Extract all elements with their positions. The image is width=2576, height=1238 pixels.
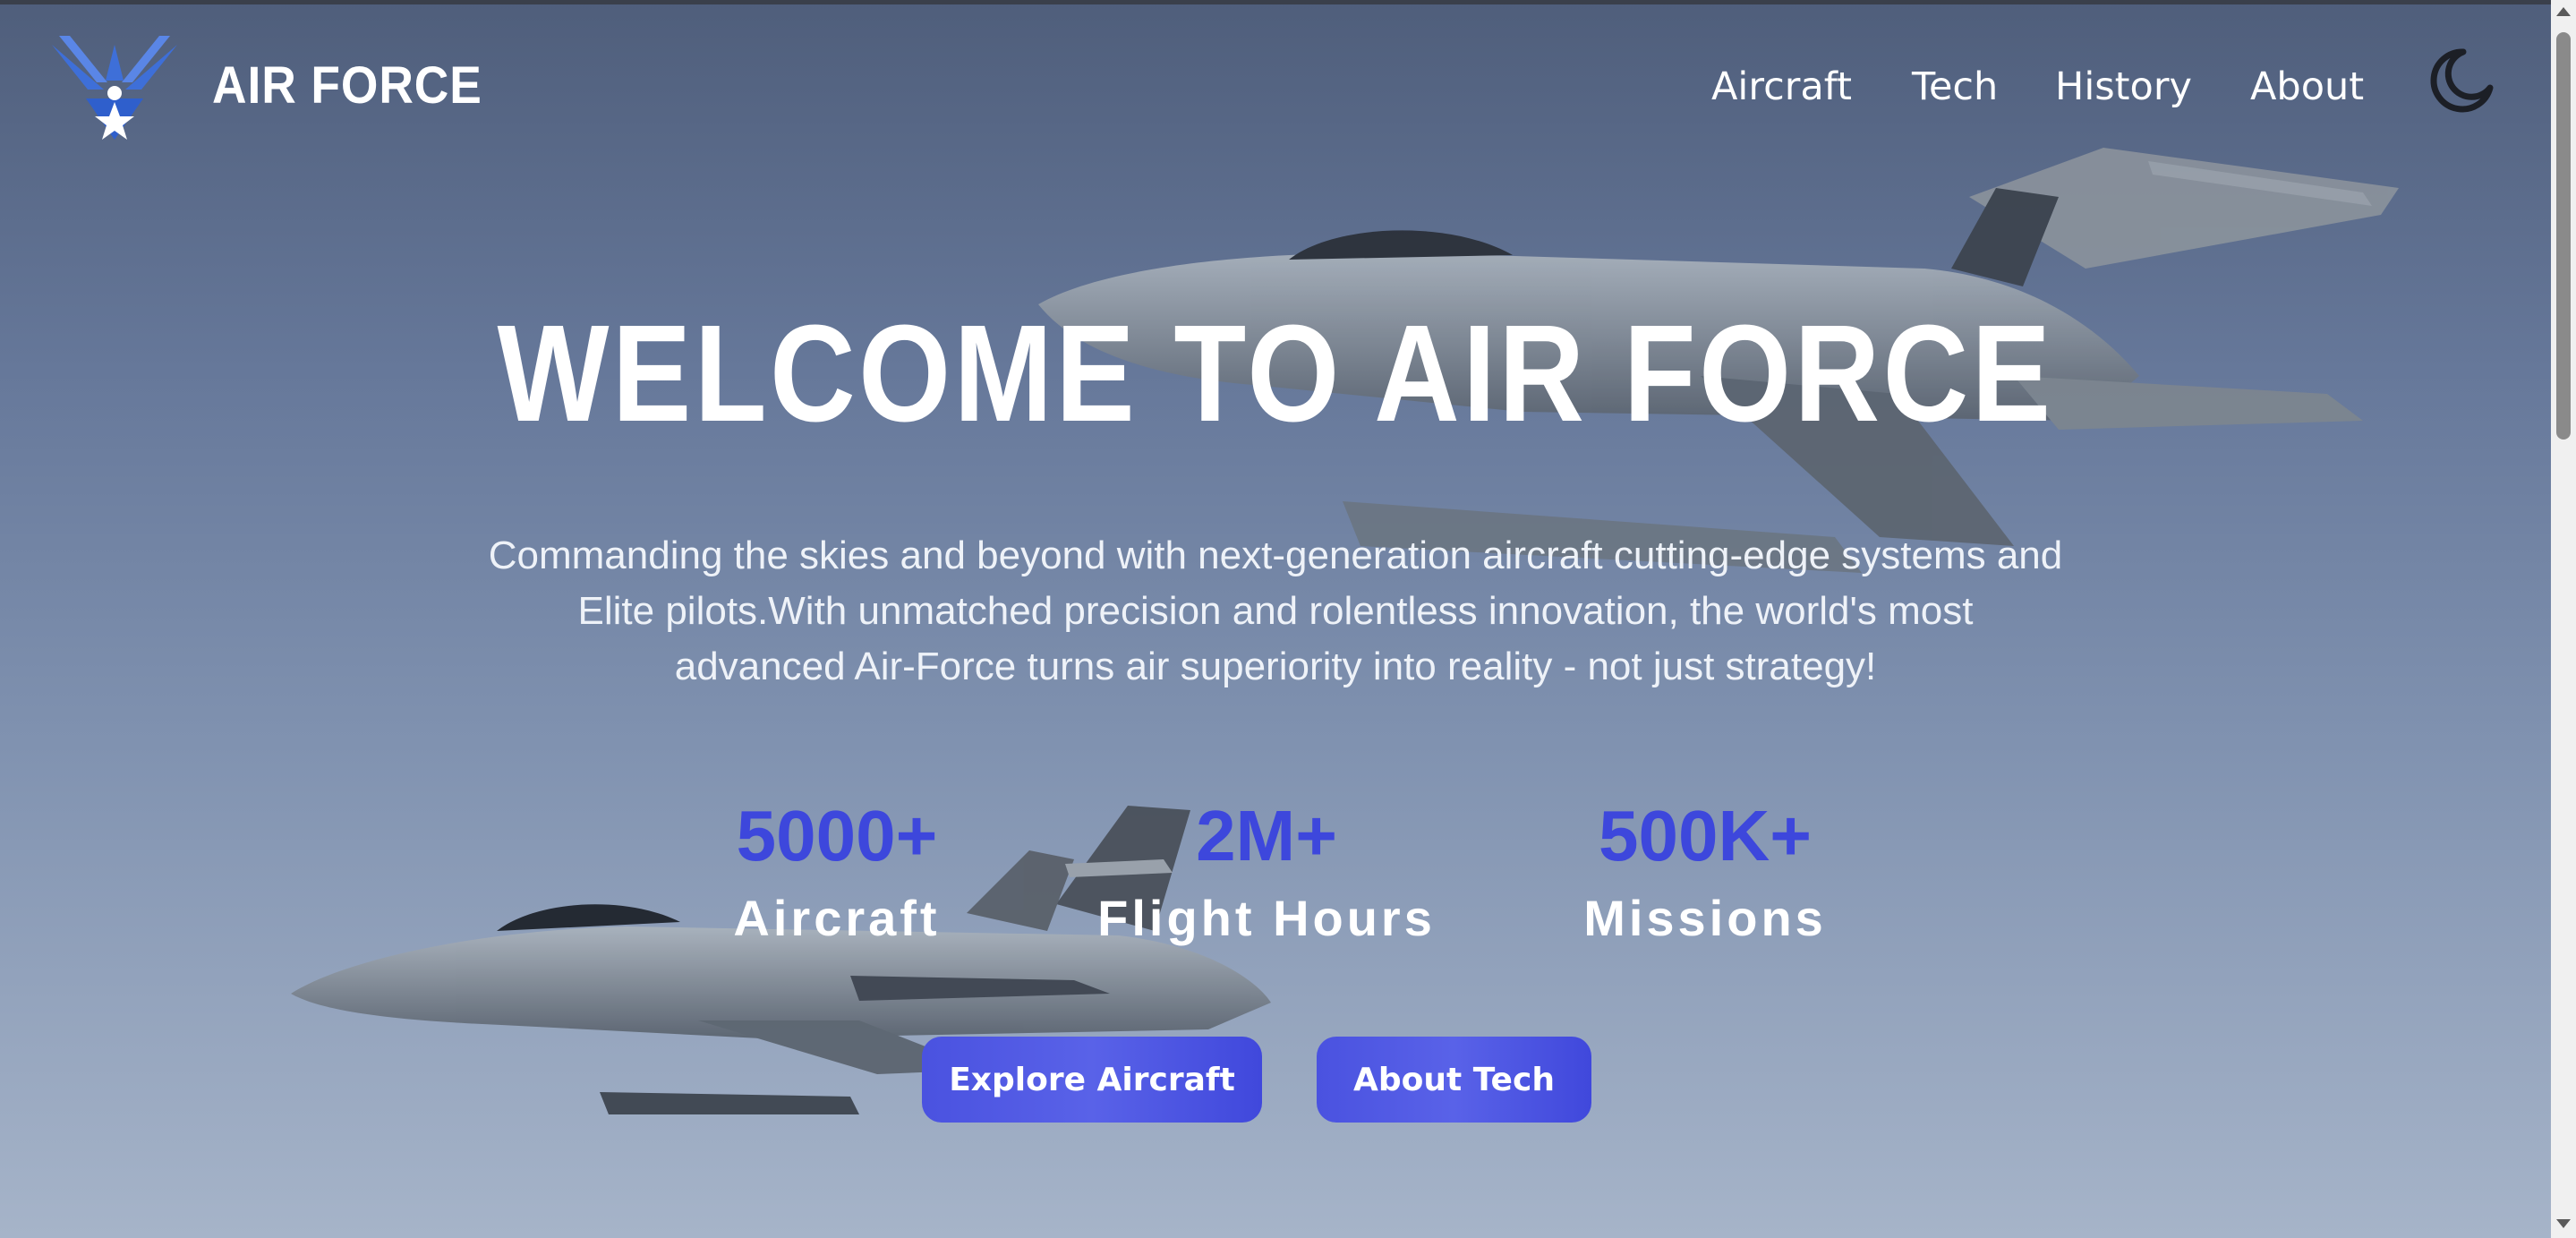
about-tech-button[interactable]: About Tech	[1317, 1037, 1591, 1123]
page-scrollbar[interactable]	[2551, 0, 2576, 1238]
scroll-down-arrow-icon[interactable]	[2556, 1219, 2571, 1228]
stat-aircraft-label: Aircraft	[733, 890, 941, 946]
nav-link-history[interactable]: History	[2055, 64, 2192, 109]
nav-link-about[interactable]: About	[2250, 64, 2364, 109]
stat-flight-hours-value: 2M+	[1196, 796, 1337, 875]
hero-title: WELCOME TO AIR FORCE	[497, 296, 2054, 450]
stat-flight-hours-label: Flight Hours	[1097, 890, 1436, 946]
hero-subtitle-line: Commanding the skies and beyond with nex…	[488, 534, 2063, 577]
brand-name[interactable]: AIR FORCE	[212, 55, 482, 115]
page: AIR FORCE Aircraft Tech History About WE…	[0, 0, 2576, 1238]
stat-missions-label: Missions	[1583, 890, 1827, 946]
hero-subtitle-line: Elite pilots.With unmatched precision an…	[577, 589, 1974, 633]
explore-aircraft-button[interactable]: Explore Aircraft	[922, 1037, 1262, 1123]
air-force-wings-logo-icon[interactable]	[52, 27, 177, 145]
hero-subtitle: Commanding the skies and beyond with nex…	[376, 528, 2175, 695]
scrollbar-thumb[interactable]	[2556, 32, 2571, 440]
nav-link-tech[interactable]: Tech	[1912, 64, 1998, 109]
scroll-up-arrow-icon[interactable]	[2556, 7, 2571, 16]
hero-subtitle-line: advanced Air-Force turns air superiority…	[674, 645, 1877, 688]
nav-link-aircraft[interactable]: Aircraft	[1711, 64, 1852, 109]
stat-aircraft-value: 5000+	[736, 796, 938, 875]
stat-missions-value: 500K+	[1599, 796, 1812, 875]
moon-icon[interactable]	[2426, 45, 2497, 116]
